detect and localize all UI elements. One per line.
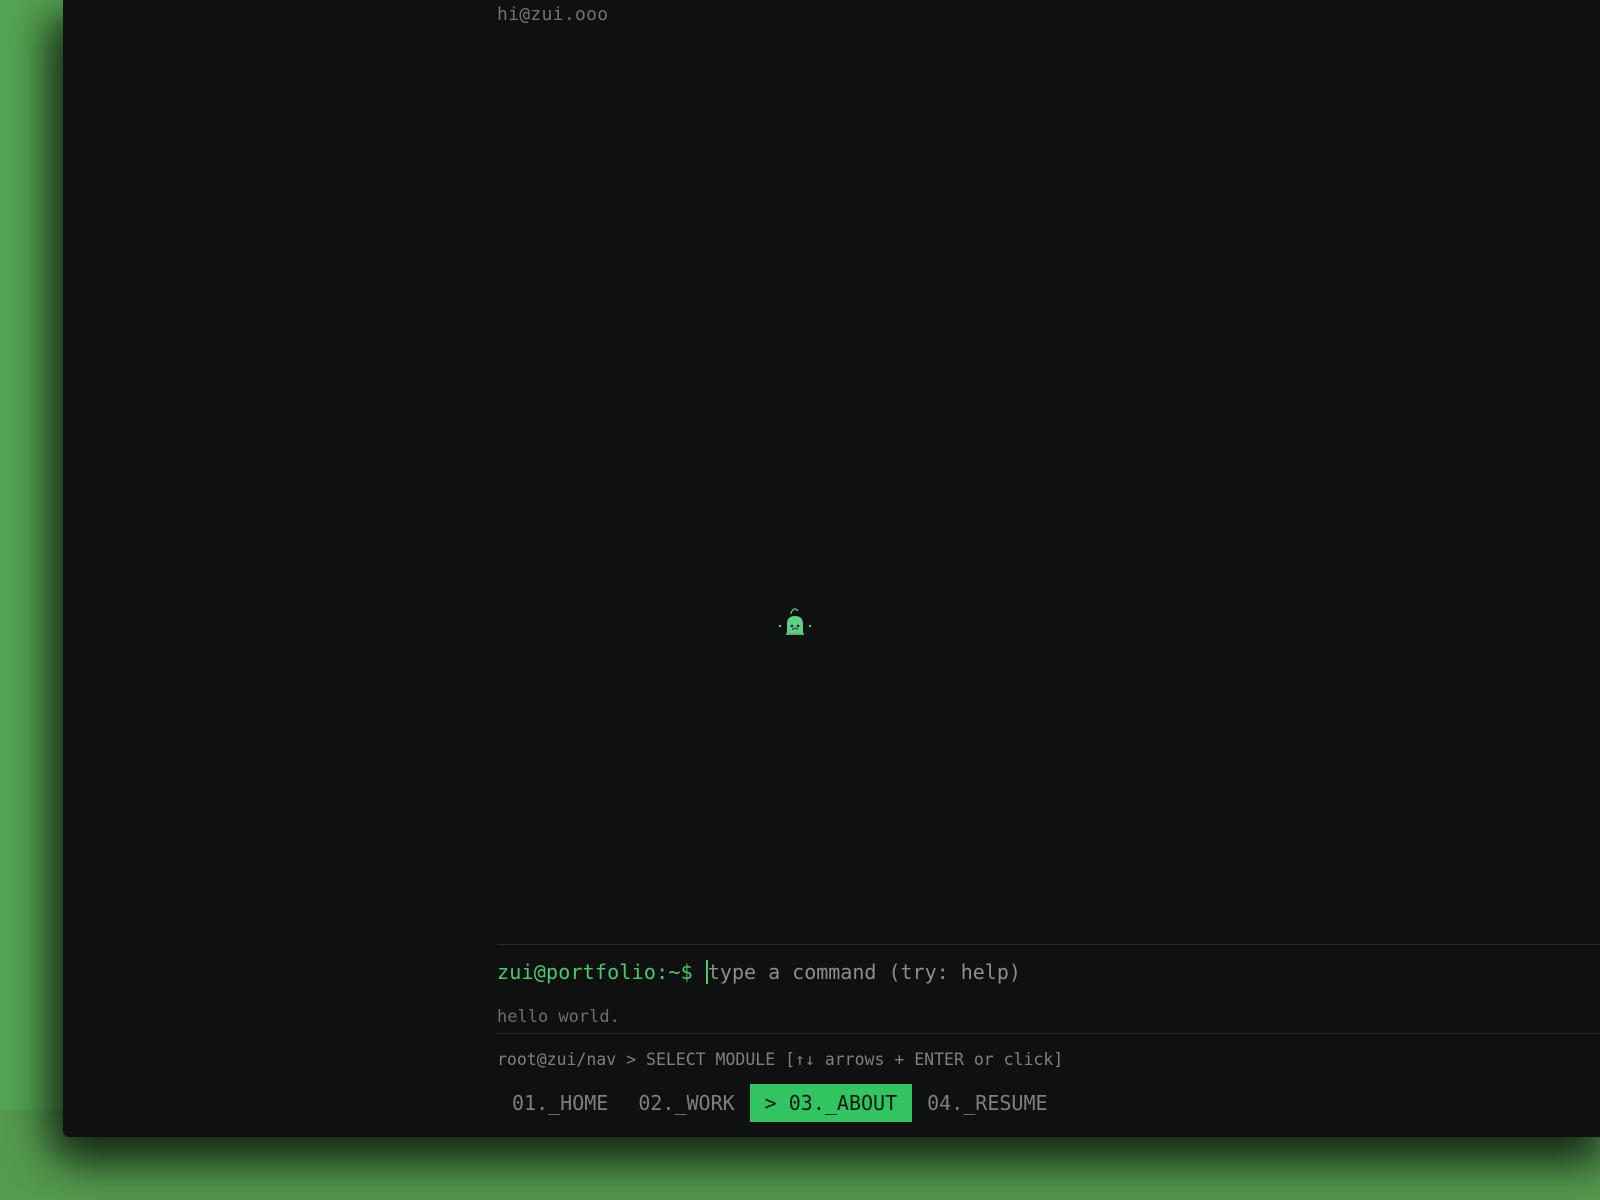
contact-email[interactable]: hi@zui.ooo	[497, 4, 608, 25]
nav-item-work[interactable]: 02._WORK	[623, 1084, 749, 1122]
nav-divider	[497, 1033, 1600, 1034]
nav-item-home[interactable]: 01._HOME	[497, 1084, 623, 1122]
terminal-window: hi@zui.ooo zui@portfolio:~$ hello world.…	[63, 0, 1600, 1137]
terminal-output: hello world.	[497, 1007, 620, 1027]
nav-item-resume[interactable]: 04._RESUME	[912, 1084, 1062, 1122]
shell-prompt: zui@portfolio:~$	[497, 960, 693, 984]
module-nav: 01._HOME 02._WORK > 03._ABOUT 04._RESUME	[497, 1084, 1063, 1122]
nav-item-about[interactable]: > 03._ABOUT	[749, 1084, 913, 1122]
command-input[interactable]	[707, 960, 1128, 984]
nav-hint: root@zui/nav > SELECT MODULE [↑↓ arrows …	[497, 1050, 1064, 1069]
prompt-divider	[497, 944, 1600, 945]
bot-mascot-icon	[778, 608, 812, 635]
command-line: zui@portfolio:~$	[497, 960, 1128, 984]
